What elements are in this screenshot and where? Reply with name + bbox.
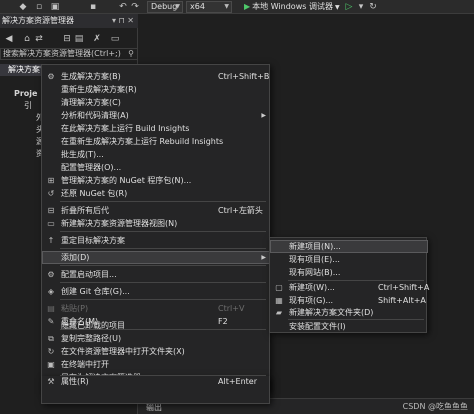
solution-context-menu: ⚙ 生成解决方案(B) Ctrl+Shift+B 重新生成解决方案(R) 清理解决方…	[41, 64, 271, 392]
show-all-files-icon[interactable]: ▤	[74, 34, 84, 44]
menu-item-restore-nuget[interactable]: ↺ 还原 NuGet 包(R)	[43, 188, 270, 199]
main-toolbar: ◆ ▫ ▣ ▪ ↶ ↷ Debug ▼ x64 ▼ ▶ 本地 Windows 调试器 ▼…	[0, 0, 474, 14]
submenu-item-existing-project[interactable]: 现有项目(E)...	[271, 254, 427, 265]
menu-item-add[interactable]: 添加(D) ▶	[42, 251, 271, 264]
menu-item-build[interactable]: ⚙ 生成解决方案(B) Ctrl+Shift+B	[43, 71, 270, 82]
chevron-down-icon: ▼	[175, 3, 180, 10]
menu-item-manage-nuget[interactable]: ⊞ 管理解决方案的 NuGet 程序包(N)...	[43, 175, 270, 186]
play-icon: ▶	[244, 2, 251, 11]
search-icon: ⚲	[128, 49, 134, 58]
preview-icon[interactable]: ▭	[110, 34, 120, 44]
wrench-icon[interactable]: ✗	[92, 34, 102, 44]
menu-item-copy-path[interactable]: ⧉ 复制完整路径(U)	[43, 333, 270, 344]
menu-item-open-in-explorer[interactable]: ↻ 在文件资源管理器中打开文件夹(X)	[43, 346, 270, 357]
menu-item-rebuild-insights[interactable]: 在重新生成解决方案上运行 Rebuild Insights	[43, 136, 270, 147]
watermark: CSDN @吃鱼鱼鱼	[402, 402, 468, 411]
submenu-item-existing-item[interactable]: ▦ 现有项(G)... Shift+Alt+A	[271, 295, 427, 306]
submenu-item-new-solution-folder[interactable]: ▰ 新建解决方案文件夹(D)	[271, 307, 427, 318]
menu-item-rebuild[interactable]: 重新生成解决方案(R)	[43, 84, 270, 95]
gear-icon: ⚙	[47, 270, 55, 279]
platform-dropdown[interactable]: x64 ▼	[186, 1, 232, 13]
sync-icon[interactable]: ⇄	[34, 34, 44, 44]
save-icon[interactable]: ▫	[34, 2, 44, 12]
menu-item-analyze[interactable]: 分析和代码清理(A) ▶	[43, 110, 270, 121]
chevron-down-icon: ▼	[334, 4, 340, 11]
menu-item-batch-build[interactable]: 批生成(T)...	[43, 149, 270, 160]
menu-separator	[288, 280, 424, 281]
menu-separator	[60, 248, 266, 249]
save-icon[interactable]: ▪	[88, 2, 98, 12]
menu-item-config-manager[interactable]: 配置管理器(O)...	[43, 162, 270, 173]
chevron-down-icon: ▼	[224, 3, 229, 10]
menu-separator	[60, 265, 266, 266]
git-icon: ◈	[47, 287, 55, 296]
menu-item-properties[interactable]: ⚒ 属性(R) Alt+Enter	[43, 376, 270, 387]
undo-icon[interactable]: ↶	[118, 2, 128, 12]
submenu-item-new-project[interactable]: 新建项目(N)...	[270, 240, 428, 253]
submenu-item-existing-website[interactable]: 现有网站(B)...	[271, 267, 427, 278]
configuration-dropdown[interactable]: Debug ▼	[147, 1, 183, 13]
menu-separator	[288, 319, 424, 320]
solution-search-input[interactable]: 搜索解决方案资源管理器(Ctrl+;) ⚲	[0, 48, 138, 60]
new-item-icon: ▢	[275, 283, 283, 292]
menu-item-retarget[interactable]: ↑ 重定目标解决方案	[43, 235, 270, 246]
new-view-icon: ▭	[47, 219, 55, 228]
submenu-item-install-config[interactable]: 安装配置文件(I)	[271, 321, 427, 332]
configuration-value: Debug	[151, 2, 178, 11]
collapse-all-icon[interactable]: ⊟	[62, 34, 72, 44]
menu-separator	[60, 201, 266, 202]
start-debugging-button[interactable]: ▶ 本地 Windows 调试器 ▼	[244, 1, 340, 13]
collapse-icon: ⊟	[47, 206, 55, 215]
menu-item-build-insights[interactable]: 在此解决方案上运行 Build Insights	[43, 123, 270, 134]
menu-separator	[60, 299, 266, 300]
redo-icon[interactable]: ↷	[130, 2, 140, 12]
menu-item-collapse-all[interactable]: ⊟ 折叠所有后代 Ctrl+左箭头	[43, 205, 270, 216]
add-submenu: 新建项目(N)... 现有项目(E)... 现有网站(B)... ▢ 新建项(W)…	[269, 237, 429, 333]
folder-open-icon: ↻	[47, 347, 55, 356]
submenu-item-new-item[interactable]: ▢ 新建项(W)... Ctrl+Shift+A	[271, 282, 429, 293]
retarget-icon: ↑	[47, 236, 55, 245]
nuget-icon: ⊞	[47, 176, 55, 185]
start-without-debug-icon[interactable]: ▷	[344, 2, 354, 12]
platform-value: x64	[190, 2, 205, 11]
pin-icon[interactable]: ▾ ⊓ ✕	[112, 14, 134, 28]
menu-item-open-in-terminal[interactable]: ▣ 在终端中打开	[43, 359, 270, 370]
chevron-down-icon[interactable]: ▾	[356, 2, 366, 12]
menu-separator	[60, 282, 266, 283]
solution-explorer-title: 解决方案资源管理器 ▾ ⊓ ✕	[0, 14, 138, 28]
menu-item-new-view[interactable]: ▭ 新建解决方案资源管理器视图(N)	[43, 218, 270, 229]
hot-reload-icon[interactable]: ↻	[368, 2, 378, 12]
home-icon[interactable]: ⌂	[22, 34, 32, 44]
menu-item-paste[interactable]: ▤ 粘贴(P) Ctrl+V	[43, 303, 270, 314]
menu-item-clean[interactable]: 清理解决方案(C)	[43, 97, 270, 108]
existing-item-icon: ▦	[275, 296, 283, 305]
build-icon: ⚙	[47, 72, 55, 81]
menu-separator	[60, 231, 266, 232]
menu-item-hide-unloaded[interactable]: 隐藏已卸载的项目	[43, 320, 270, 331]
new-folder-icon: ▰	[275, 308, 283, 317]
chevron-right-icon: ▶	[261, 254, 266, 261]
copy-path-icon: ⧉	[48, 334, 54, 343]
config-icon[interactable]: ◆	[18, 2, 28, 12]
chevron-right-icon: ▶	[261, 112, 266, 119]
paste-icon: ▤	[47, 304, 55, 313]
terminal-icon: ▣	[47, 360, 55, 369]
run-label: 本地 Windows 调试器	[252, 2, 333, 11]
menu-item-startup-projects[interactable]: ⚙ 配置启动项目...	[43, 269, 270, 280]
back-icon[interactable]: ◀	[4, 34, 14, 44]
wrench-icon: ⚒	[47, 377, 55, 386]
save-all-icon[interactable]: ▣	[50, 2, 60, 12]
menu-item-create-git-repo[interactable]: ◈ 创建 Git 仓库(G)...	[43, 286, 270, 297]
solution-context-menu-bottom: 隐藏已卸载的项目 ⚒ 属性(R) Alt+Enter	[41, 321, 270, 404]
solution-explorer-toolbar: ◀ ⌂ ⇄ ⊟ ▤ ✗ ▭	[0, 32, 138, 46]
restore-icon: ↺	[47, 189, 55, 198]
